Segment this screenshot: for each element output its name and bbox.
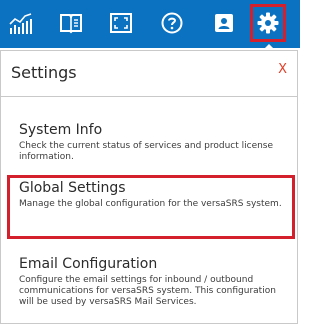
divider	[1, 96, 297, 97]
contact-card-button[interactable]	[206, 4, 242, 42]
contact-card-icon	[215, 14, 233, 32]
top-toolbar	[0, 0, 300, 48]
panel-title: Settings	[11, 63, 77, 82]
gear-icon	[257, 12, 279, 34]
menu-item-title: Email Configuration	[19, 256, 158, 272]
menu-item-description: Check the current status of services and…	[19, 141, 274, 162]
menu-item-global-settings[interactable]: Global Settings Manage the global config…	[7, 175, 295, 239]
analytics-icon	[9, 13, 32, 34]
settings-dropdown-panel: Settings X System Info Check the current…	[0, 50, 298, 324]
menu-item-description: Configure the email settings for inbound…	[19, 275, 276, 307]
settings-button[interactable]	[250, 4, 286, 42]
fullscreen-icon	[110, 13, 132, 33]
fullscreen-button[interactable]	[103, 4, 139, 42]
close-button[interactable]: X	[278, 62, 287, 77]
help-icon	[161, 12, 183, 34]
menu-item-email-configuration[interactable]: Email Configuration Configure the email …	[7, 251, 295, 312]
book-button[interactable]	[53, 4, 89, 42]
help-button[interactable]	[154, 4, 190, 42]
analytics-button[interactable]	[3, 4, 39, 42]
book-icon	[60, 14, 82, 34]
menu-item-system-info[interactable]: System Info Check the current status of …	[7, 117, 295, 167]
menu-item-title: Global Settings	[19, 180, 126, 196]
menu-item-description: Manage the global configuration for the …	[19, 199, 282, 209]
menu-item-title: System Info	[19, 122, 103, 138]
